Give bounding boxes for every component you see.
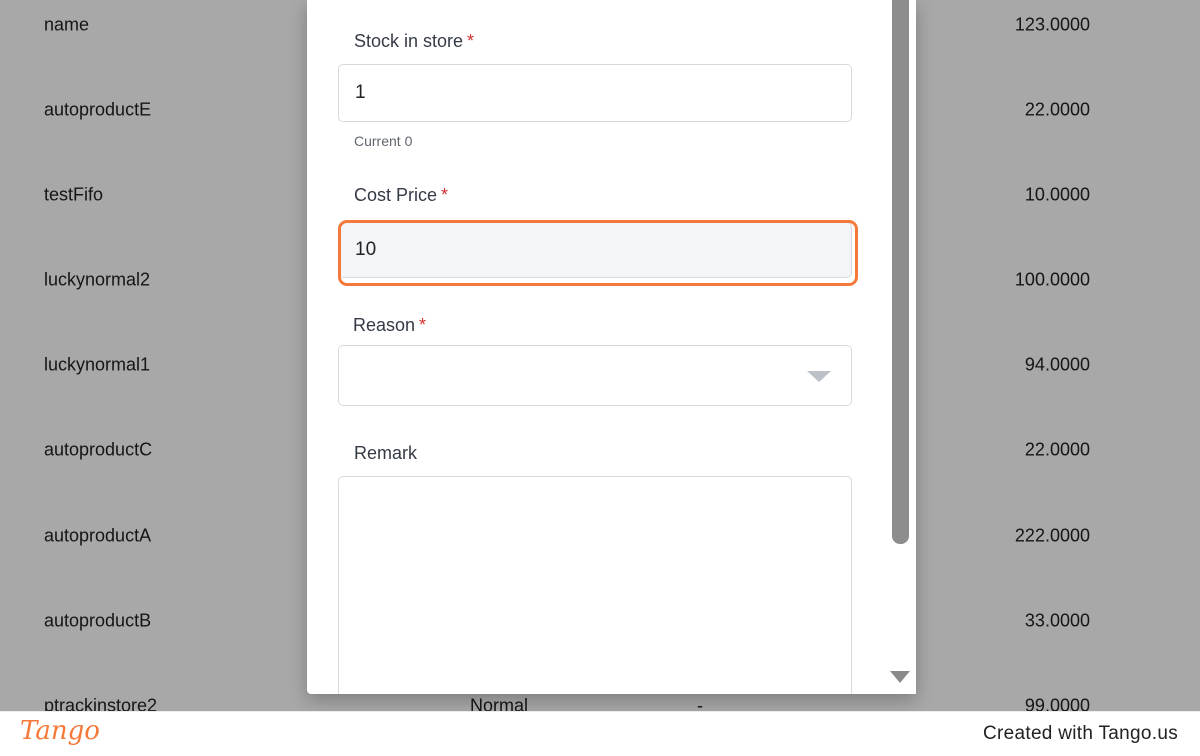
required-marker: *	[419, 315, 427, 335]
remark-label: Remark	[354, 443, 417, 464]
cost-price-label-text: Cost Price	[354, 185, 438, 205]
footer: Tango Created with Tango.us	[0, 711, 1200, 756]
stock-input-value: 1	[355, 82, 366, 103]
stock-label-text: Stock in store	[354, 31, 464, 51]
stock-label: Stock in store *	[354, 31, 474, 52]
cost-price-label: Cost Price *	[354, 185, 448, 206]
reason-select[interactable]	[338, 345, 852, 406]
remark-label-text: Remark	[354, 443, 418, 463]
created-with-credit: Created with Tango.us	[982, 723, 1178, 744]
stock-adjust-modal: Stock in store * 1 Current 0 Cost Price * …	[307, 0, 916, 694]
stock-input[interactable]: 1	[338, 64, 852, 122]
required-marker: *	[441, 185, 449, 205]
remark-textarea[interactable]	[338, 476, 852, 694]
chevron-down-icon	[807, 370, 831, 382]
scrollbar-thumb[interactable]	[892, 0, 909, 544]
stock-current-hint: Current 0	[354, 133, 413, 149]
reason-label-text: Reason	[353, 315, 416, 335]
tango-logo: Tango	[20, 716, 100, 746]
reason-label: Reason *	[353, 315, 426, 336]
scroll-down-arrow-icon[interactable]	[890, 671, 910, 683]
cost-price-highlight	[338, 220, 858, 286]
required-marker: *	[467, 31, 475, 51]
